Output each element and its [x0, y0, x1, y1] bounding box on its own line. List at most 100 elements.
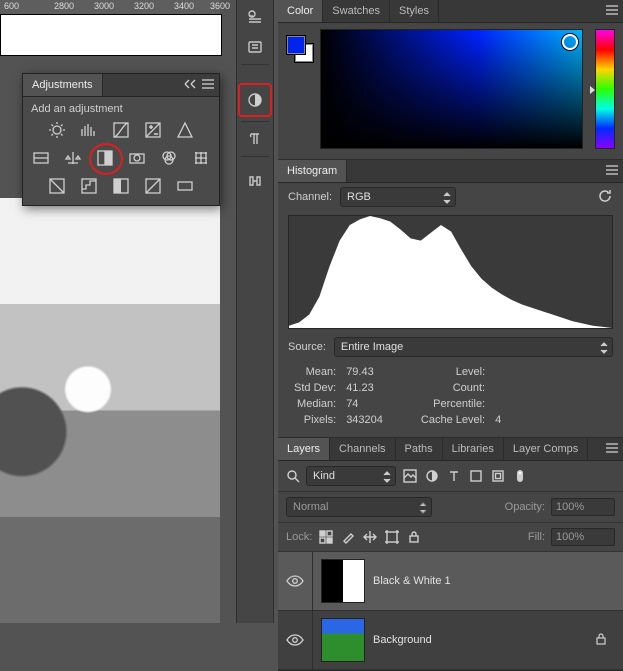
posterize-icon[interactable]	[78, 175, 100, 197]
channel-select[interactable]: RGB	[340, 187, 456, 207]
lock-artboard-icon[interactable]	[384, 529, 400, 545]
tab-label: Adjustments	[32, 79, 93, 91]
exposure-icon[interactable]	[142, 119, 164, 141]
black-white-icon[interactable]	[94, 147, 116, 169]
tab-channels[interactable]: Channels	[330, 438, 395, 460]
layer-name[interactable]: Black & White 1	[373, 575, 623, 587]
input-value: 100%	[556, 501, 584, 513]
tab-histogram[interactable]: Histogram	[278, 160, 347, 182]
panel-menu-icon[interactable]	[605, 164, 619, 176]
tab-layers[interactable]: Layers	[278, 438, 330, 460]
selective-color-icon[interactable]	[142, 175, 164, 197]
stat-key: Median:	[290, 397, 340, 411]
blend-mode-select[interactable]: Normal	[286, 497, 432, 517]
ruler-tick: 600	[4, 1, 19, 11]
filter-type-icon[interactable]	[446, 468, 462, 484]
channel-mixer-icon[interactable]	[158, 147, 180, 169]
stat-value	[491, 397, 505, 411]
tab-swatches[interactable]: Swatches	[323, 0, 390, 22]
color-panel: Color Swatches Styles	[278, 0, 623, 160]
panel-menu-icon[interactable]	[605, 4, 619, 16]
tab-paths[interactable]: Paths	[396, 438, 443, 460]
fill-input[interactable]: 100%	[551, 528, 615, 546]
tab-label: Channels	[339, 443, 385, 455]
layer-row[interactable]: Background	[278, 611, 623, 670]
history-icon[interactable]	[242, 34, 268, 60]
curves-icon[interactable]	[110, 119, 132, 141]
color-balance-icon[interactable]	[62, 147, 84, 169]
visibility-toggle[interactable]	[278, 552, 313, 610]
eye-icon	[286, 575, 304, 587]
adjustments-panel-icon[interactable]	[238, 83, 272, 117]
invert-icon[interactable]	[46, 175, 68, 197]
tab-label: Layers	[287, 443, 320, 455]
filter-toggle-switch[interactable]	[512, 468, 528, 484]
select-value: Entire Image	[341, 341, 403, 353]
lock-transparency-icon[interactable]	[318, 529, 334, 545]
filter-smart-icon[interactable]	[490, 468, 506, 484]
tab-styles[interactable]: Styles	[390, 0, 439, 22]
histogram-panel: Histogram Channel: RGB Source: Entire Im…	[278, 160, 623, 438]
histogram-display	[288, 215, 613, 329]
stat-value	[491, 381, 505, 395]
stat-value: 79.43	[342, 365, 387, 379]
character-icon[interactable]	[242, 167, 268, 193]
layers-panel: Layers Channels Paths Libraries Layer Co…	[278, 438, 623, 671]
vibrance-icon[interactable]	[174, 119, 196, 141]
threshold-icon[interactable]	[110, 175, 132, 197]
stat-key: Cache Level:	[417, 413, 489, 427]
filter-shape-icon[interactable]	[468, 468, 484, 484]
tab-label: Paths	[405, 443, 433, 455]
filter-kind-select[interactable]: Kind	[306, 466, 396, 486]
collapse-icon[interactable]	[183, 78, 197, 93]
filter-pixel-icon[interactable]	[402, 468, 418, 484]
source-select[interactable]: Entire Image	[334, 337, 613, 357]
pixel-layer-thumb[interactable]	[321, 618, 365, 662]
brightness-contrast-icon[interactable]	[46, 119, 68, 141]
layer-filter-bar: Kind	[278, 461, 623, 492]
foreground-color-swatch[interactable]	[286, 35, 306, 55]
hue-slider[interactable]	[595, 29, 615, 149]
opacity-input[interactable]: 100%	[551, 498, 615, 516]
lock-position-icon[interactable]	[362, 529, 378, 545]
lock-pixels-icon[interactable]	[340, 529, 356, 545]
input-value: 100%	[556, 531, 584, 543]
tab-color[interactable]: Color	[278, 0, 323, 22]
refresh-button[interactable]	[597, 188, 613, 207]
adjustment-layer-thumb[interactable]	[321, 559, 365, 603]
tab-label: Histogram	[287, 165, 337, 177]
stat-key: Percentile:	[417, 397, 489, 411]
fill-label: Fill:	[528, 531, 545, 543]
tab-libraries[interactable]: Libraries	[443, 438, 504, 460]
hue-saturation-icon[interactable]	[30, 147, 52, 169]
panel-menu-icon[interactable]	[605, 442, 619, 454]
levels-icon[interactable]	[78, 119, 100, 141]
color-picker-ring[interactable]	[562, 34, 578, 50]
navigator-icon[interactable]	[242, 4, 268, 30]
tab-layercomps[interactable]: Layer Comps	[504, 438, 588, 460]
stat-key: Count:	[417, 381, 489, 395]
panel-menu-icon[interactable]	[201, 78, 215, 90]
chevron-updown-icon	[419, 501, 427, 519]
color-field[interactable]	[320, 29, 583, 149]
lock-all-icon[interactable]	[406, 529, 422, 545]
filter-adjust-icon[interactable]	[424, 468, 440, 484]
source-label: Source:	[288, 341, 326, 353]
tab-label: Libraries	[452, 443, 494, 455]
hue-slider-thumb[interactable]	[590, 86, 595, 94]
stat-value	[491, 365, 505, 379]
lock-label: Lock:	[286, 531, 312, 543]
fg-bg-swatches[interactable]	[286, 35, 312, 61]
stat-value: 74	[342, 397, 387, 411]
layer-list: Black & White 1 Background	[278, 552, 623, 670]
layer-name[interactable]: Background	[373, 634, 595, 646]
paragraph-icon[interactable]	[242, 126, 268, 152]
color-lookup-icon[interactable]	[190, 147, 212, 169]
tab-adjustments[interactable]: Adjustments	[23, 74, 103, 96]
stat-key: Mean:	[290, 365, 340, 379]
layer-row[interactable]: Black & White 1	[278, 552, 623, 611]
visibility-toggle[interactable]	[278, 611, 313, 669]
photo-filter-icon[interactable]	[126, 147, 148, 169]
gradient-map-icon[interactable]	[174, 175, 196, 197]
adjustments-panel[interactable]: Adjustments Add an adjustment	[22, 73, 220, 206]
